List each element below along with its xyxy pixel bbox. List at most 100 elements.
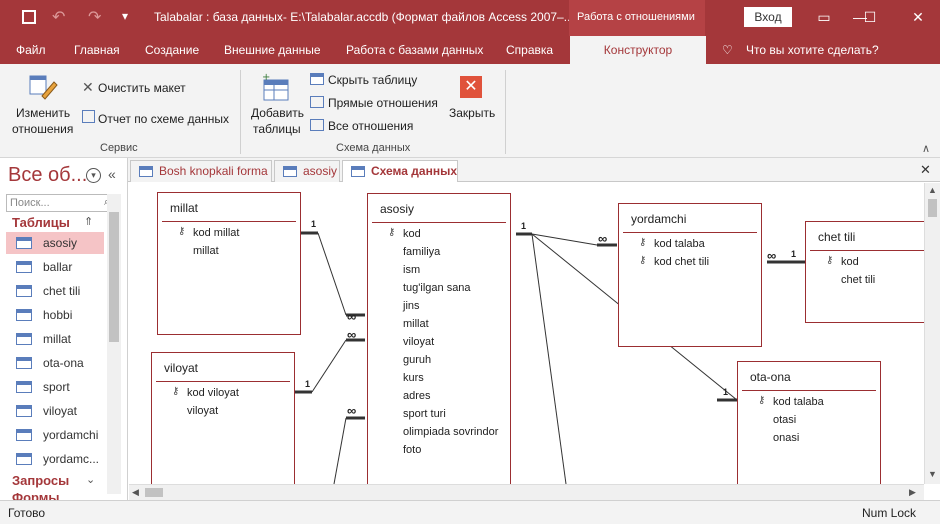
nav-item-table[interactable]: millat bbox=[6, 328, 104, 350]
table-field[interactable]: millat bbox=[403, 318, 429, 330]
save-icon[interactable] bbox=[22, 10, 36, 24]
scroll-left-icon[interactable]: ◀ bbox=[132, 487, 139, 498]
collapse-section-icon[interactable]: ⇑ bbox=[84, 215, 93, 228]
ribbon-display-icon[interactable]: ▭ bbox=[812, 7, 836, 27]
add-tables-label-1[interactable]: Добавить bbox=[251, 106, 304, 120]
nav-item-table[interactable]: chet tili bbox=[6, 280, 104, 302]
direct-relationships-button[interactable]: Прямые отношения bbox=[328, 96, 438, 110]
nav-section-queries[interactable]: Запросы bbox=[12, 473, 69, 488]
table-field[interactable]: kurs bbox=[403, 372, 424, 384]
key-icon: ⚷ bbox=[388, 227, 396, 238]
horizontal-scrollbar-thumb[interactable] bbox=[145, 488, 163, 497]
tab-help[interactable]: Справка bbox=[506, 43, 553, 57]
table-field[interactable]: chet tili bbox=[841, 274, 875, 286]
relationship-canvas[interactable]: 1 ∞ 1 ∞ 1 ∞ ∞ 1 1 ∞ millat ⚷ kod millat … bbox=[129, 183, 924, 484]
doc-tab-form[interactable]: Bosh knopkali forma bbox=[130, 160, 272, 182]
table-field[interactable]: familiya bbox=[403, 246, 440, 258]
nav-search-input[interactable]: Поиск... bbox=[6, 194, 120, 212]
table-box-millat[interactable]: millat ⚷ kod millat millat bbox=[157, 192, 301, 335]
table-field[interactable]: kod talaba bbox=[654, 238, 705, 250]
close-window-button[interactable]: ✕ bbox=[906, 7, 930, 27]
rel-one-label: 1 bbox=[311, 219, 317, 229]
collapse-ribbon-icon[interactable]: ∧ bbox=[922, 142, 930, 155]
tell-me-input[interactable]: Что вы хотите сделать? bbox=[746, 43, 879, 57]
table-field[interactable]: sport turi bbox=[403, 408, 446, 420]
tab-home[interactable]: Главная bbox=[74, 43, 120, 57]
add-tables-icon: + bbox=[260, 72, 292, 102]
nav-item-label: millat bbox=[43, 332, 72, 346]
table-field[interactable]: ism bbox=[403, 264, 420, 276]
table-field[interactable]: jins bbox=[403, 300, 420, 312]
tell-me-icon[interactable]: ♡ bbox=[722, 43, 733, 57]
key-icon: ⚷ bbox=[758, 395, 766, 406]
table-box-viloyat[interactable]: viloyat ⚷ kod viloyat viloyat bbox=[151, 352, 295, 484]
nav-collapse-icon[interactable]: « bbox=[108, 166, 116, 182]
close-relationships-icon[interactable]: ✕ bbox=[460, 76, 482, 98]
table-field[interactable]: kod chet tili bbox=[654, 256, 709, 268]
table-field[interactable]: olimpiada sovrindor bbox=[403, 426, 498, 438]
table-field[interactable]: tug'ilgan sana bbox=[403, 282, 471, 294]
scroll-right-icon[interactable]: ▶ bbox=[909, 487, 916, 498]
nav-item-table[interactable]: ballar bbox=[6, 256, 104, 278]
table-box-asosiy[interactable]: asosiy ⚷ kod familiya ism tug'ilgan sana… bbox=[367, 193, 511, 484]
nav-scrollbar-thumb[interactable] bbox=[109, 212, 119, 342]
vertical-scrollbar-thumb[interactable] bbox=[928, 199, 937, 217]
table-field[interactable]: otasi bbox=[773, 414, 796, 426]
edit-relationships-label-2[interactable]: отношения bbox=[12, 122, 73, 136]
clear-layout-button[interactable]: Очистить макет bbox=[98, 81, 186, 95]
nav-item-table[interactable]: hobbi bbox=[6, 304, 104, 326]
table-box-ota-ona[interactable]: ota-ona ⚷ kod talaba otasi onasi bbox=[737, 361, 881, 484]
hide-table-button[interactable]: Скрыть таблицу bbox=[328, 73, 417, 87]
table-box-chet-tili[interactable]: chet tili ⚷ kod chet tili bbox=[805, 221, 924, 323]
doc-tab-table[interactable]: asosiy bbox=[274, 160, 340, 182]
tab-file[interactable]: Файл bbox=[16, 43, 46, 57]
edit-relationships-label-1[interactable]: Изменить bbox=[16, 106, 70, 120]
table-field[interactable]: millat bbox=[193, 245, 219, 257]
scroll-up-icon[interactable]: ▲ bbox=[928, 185, 937, 195]
table-field[interactable]: viloyat bbox=[403, 336, 434, 348]
nav-item-table[interactable]: yordamchi bbox=[6, 424, 104, 446]
close-relationships-button[interactable]: Закрыть bbox=[449, 106, 495, 120]
undo-icon[interactable]: ↶ bbox=[52, 7, 65, 27]
table-field[interactable]: foto bbox=[403, 444, 421, 456]
relationship-report-button[interactable]: Отчет по схеме данных bbox=[98, 112, 229, 126]
nav-item-table[interactable]: viloyat bbox=[6, 400, 104, 422]
scroll-down-icon[interactable]: ▼ bbox=[928, 469, 937, 479]
vertical-scrollbar[interactable]: ▲ ▼ bbox=[924, 183, 940, 484]
table-field[interactable]: kod viloyat bbox=[187, 387, 239, 399]
title-bar: ↶ ↷ ▾ Talabalar : база данных- E:\Talaba… bbox=[0, 0, 940, 36]
tab-create[interactable]: Создание bbox=[145, 43, 199, 57]
table-field[interactable]: kod millat bbox=[193, 227, 239, 239]
table-field[interactable]: adres bbox=[403, 390, 431, 402]
close-document-icon[interactable]: ✕ bbox=[920, 162, 931, 178]
horizontal-scrollbar[interactable]: ◀ ▶ bbox=[129, 484, 924, 500]
nav-title[interactable]: Все об... bbox=[8, 164, 87, 187]
nav-item-table[interactable]: sport bbox=[6, 376, 104, 398]
add-tables-label-2[interactable]: таблицы bbox=[253, 122, 301, 136]
group-schema-label: Схема данных bbox=[336, 142, 411, 154]
login-button[interactable]: Вход bbox=[744, 7, 792, 27]
expand-section-icon[interactable]: ⌄ bbox=[86, 473, 95, 486]
table-title: ota-ona bbox=[750, 370, 791, 384]
table-field[interactable]: kod bbox=[403, 228, 421, 240]
nav-item-table[interactable]: asosiy bbox=[6, 232, 104, 254]
table-field[interactable]: viloyat bbox=[187, 405, 218, 417]
table-field[interactable]: kod bbox=[841, 256, 859, 268]
tab-database-tools[interactable]: Работа с базами данных bbox=[346, 43, 483, 57]
nav-section-tables[interactable]: Таблицы bbox=[12, 215, 70, 230]
all-relationships-button[interactable]: Все отношения bbox=[328, 119, 413, 133]
table-field[interactable]: guruh bbox=[403, 354, 431, 366]
table-field[interactable]: onasi bbox=[773, 432, 799, 444]
table-field[interactable]: kod talaba bbox=[773, 396, 824, 408]
nav-item-table[interactable]: yordamc... bbox=[6, 448, 104, 470]
nav-menu-icon[interactable]: ▾ bbox=[86, 168, 101, 183]
maximize-button[interactable]: ☐ bbox=[858, 7, 882, 27]
qat-customize-icon[interactable]: ▾ bbox=[122, 9, 128, 23]
tab-external-data[interactable]: Внешние данные bbox=[224, 43, 321, 57]
tab-design[interactable]: Конструктор bbox=[570, 36, 706, 64]
nav-scrollbar[interactable] bbox=[107, 194, 121, 494]
table-box-yordamchi[interactable]: yordamchi ⚷ kod talaba ⚷ kod chet tili bbox=[618, 203, 762, 347]
nav-item-table[interactable]: ota-ona bbox=[6, 352, 104, 374]
redo-icon[interactable]: ↷ bbox=[88, 7, 101, 27]
doc-tab-relationships[interactable]: Схема данных bbox=[342, 160, 458, 182]
